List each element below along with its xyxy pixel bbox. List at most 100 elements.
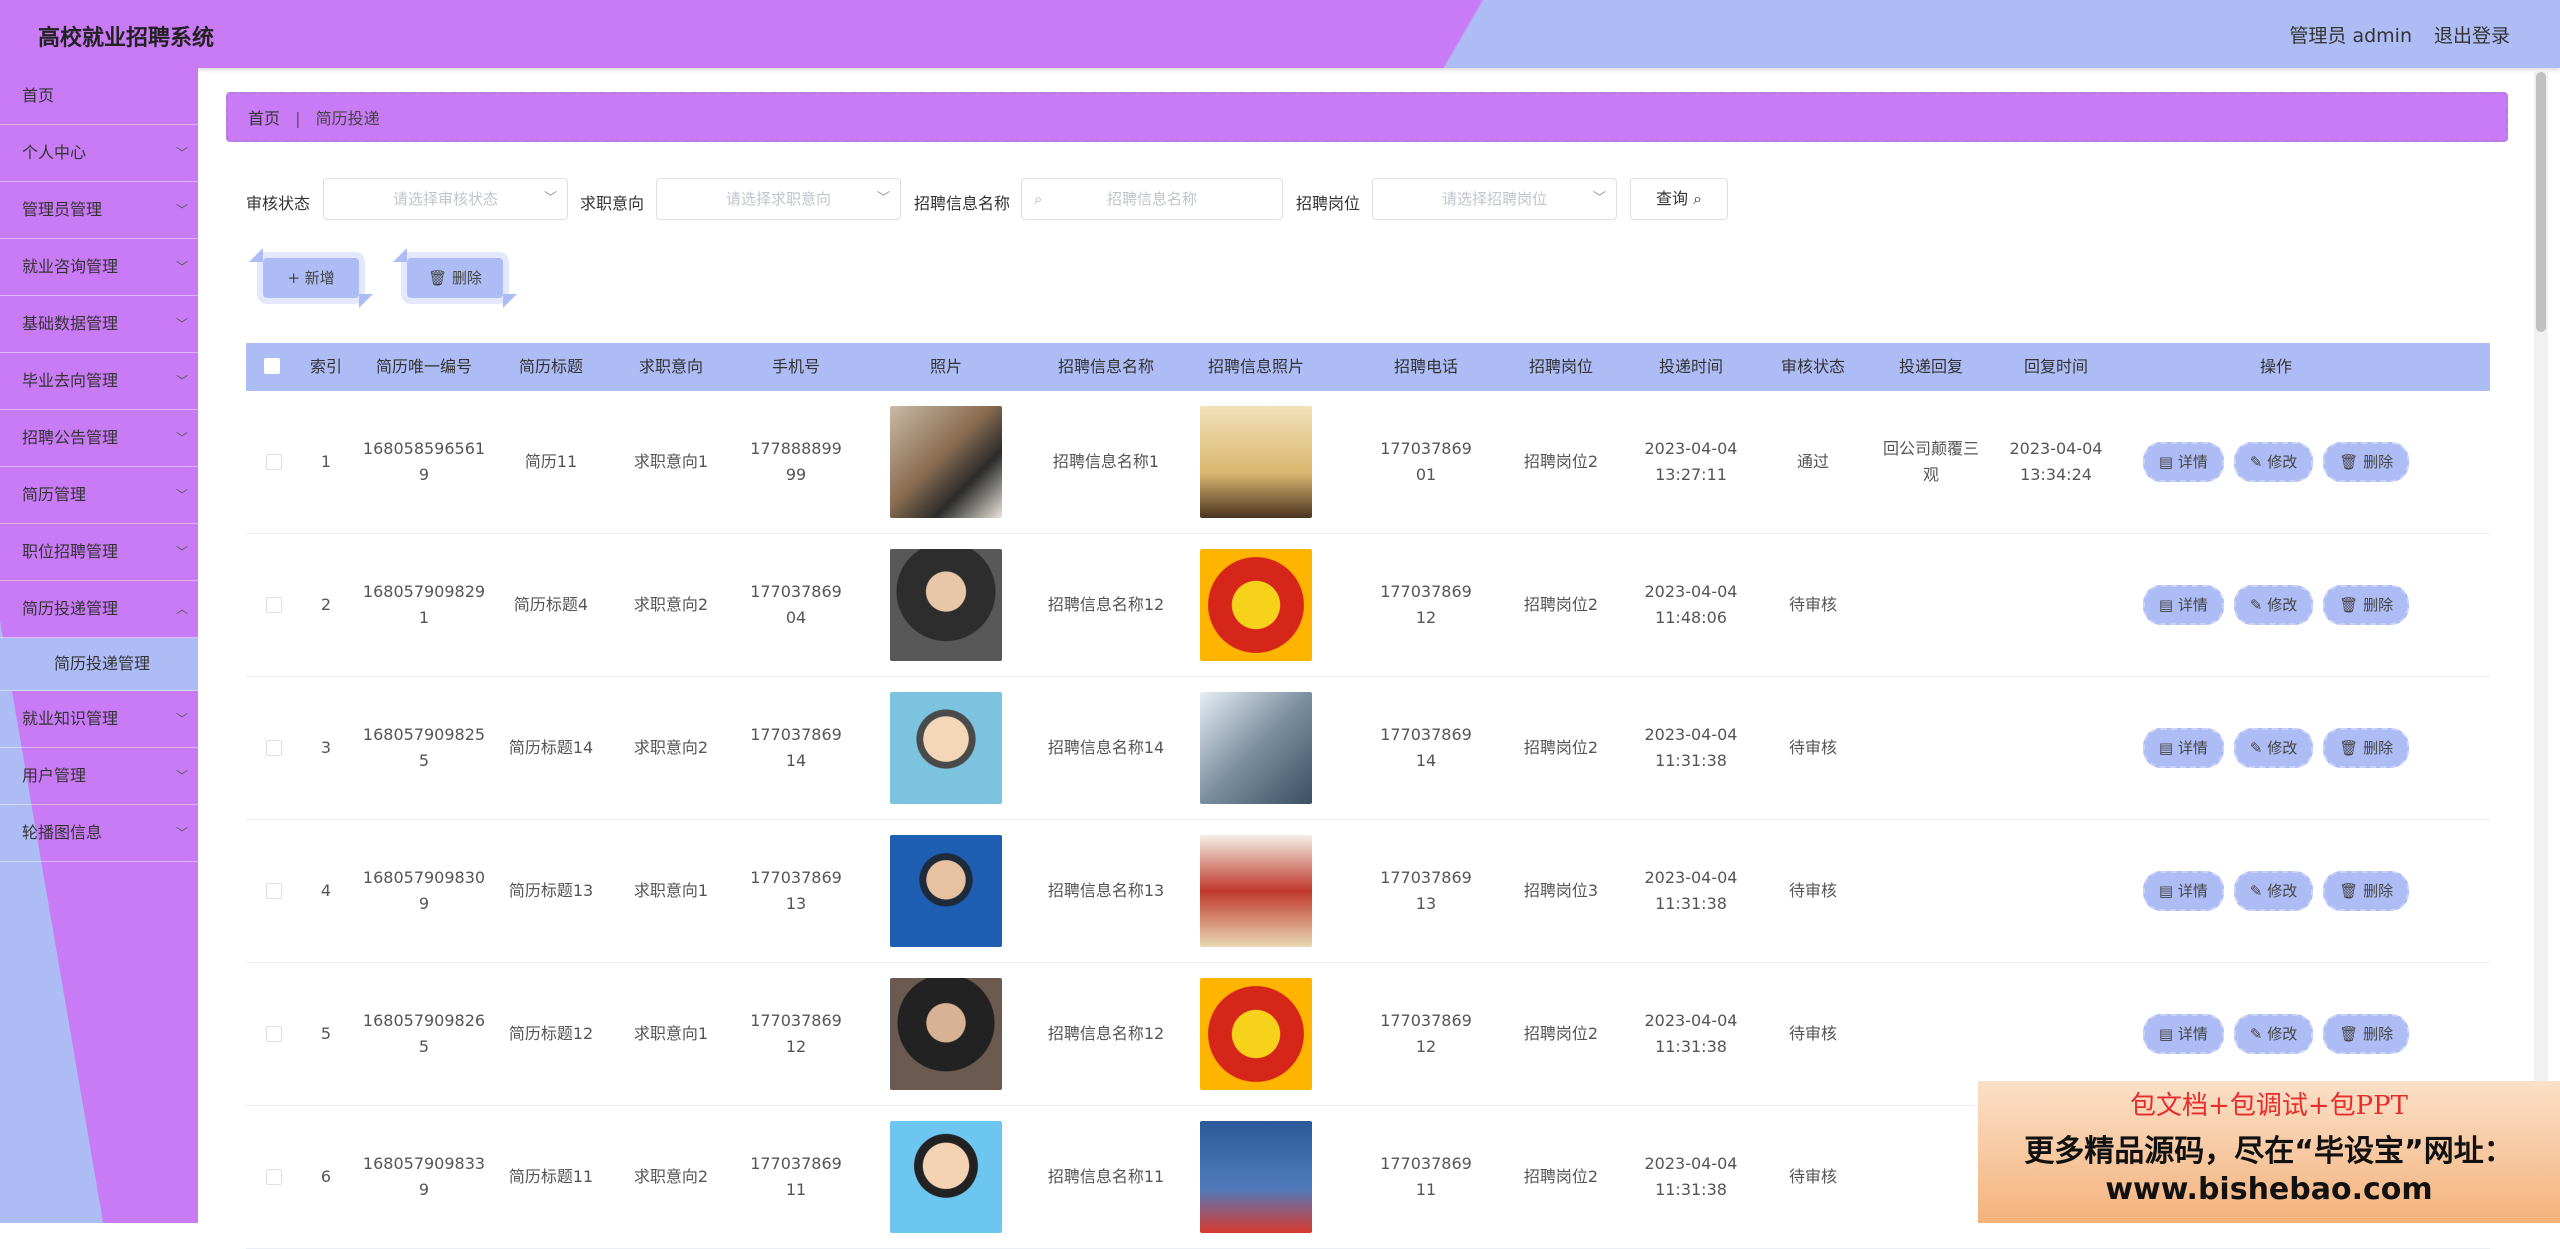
document-icon: ▤ [2158,882,2178,900]
chevron-down-icon: ﹀ [543,191,557,206]
sidebar-item-personal[interactable]: 个人中心 ﹀ [0,125,198,182]
delete-button-label: 删除 [451,269,482,287]
sidebar-item-destination[interactable]: 毕业去向管理 ﹀ [0,353,198,410]
document-icon: ▤ [2158,739,2178,757]
promo-line-2: 更多精品源码，尽在“毕设宝”网址： [2024,1134,2514,1169]
row-reply [1881,820,1981,962]
row-title: 简历标题14 [508,738,594,757]
post-select[interactable]: 请选择招聘岗位 ﹀ [1372,178,1617,220]
sidebar-item-admins[interactable]: 管理员管理 ﹀ [0,182,198,239]
edit-label: 修改 [2267,882,2298,900]
row-phone: 17703786914 [750,725,842,770]
intent-select[interactable]: 请选择求职意向 ﹀ [656,178,901,220]
row-title: 简历标题12 [508,1024,594,1043]
sidebar-subitem-delivery-manage[interactable]: 简历投递管理 [0,638,198,691]
post-select-placeholder: 请选择招聘岗位 [1441,190,1547,208]
promo-banner: 包文档+包调试+包PPT 更多精品源码，尽在“毕设宝”网址： www.bishe… [1978,1081,2560,1223]
row-status: 待审核 [1788,881,1837,900]
sidebar-item-jobs[interactable]: 职位招聘管理 ﹀ [0,524,198,581]
name-filter-label: 招聘信息名称 [914,194,1011,213]
detail-button[interactable]: ▤ 详情 [2142,442,2224,482]
chevron-down-icon: ﹀ [175,826,188,840]
batch-delete-button[interactable]: 🗑 删除 [393,248,517,308]
col-title: 简历标题 [518,357,583,376]
chevron-down-icon: ﹀ [175,545,188,559]
chevron-down-icon: ﹀ [175,203,188,217]
edit-button[interactable]: ✎ 修改 [2233,585,2314,625]
row-photo-cell [866,391,1026,533]
pencil-icon: ✎ [2249,453,2268,471]
scrollbar-thumb[interactable] [2536,72,2546,332]
row-recruit-tel: 17703786912 [1380,1011,1472,1056]
delete-button[interactable]: 🗑 删除 [2323,871,2410,911]
sidebar-item-users[interactable]: 用户管理 ﹀ [0,748,198,805]
row-checkbox[interactable] [264,677,284,819]
trash-icon: 🗑 [2339,739,2364,757]
detail-button[interactable]: ▤ 详情 [2142,1014,2224,1054]
edit-button[interactable]: ✎ 修改 [2233,442,2314,482]
status-select[interactable]: 请选择审核状态 ﹀ [323,178,568,220]
pencil-icon: ✎ [2249,1025,2268,1043]
sidebar-item-label: 就业咨询管理 [22,257,119,276]
sidebar-item-basedata[interactable]: 基础数据管理 ﹀ [0,296,198,353]
detail-button[interactable]: ▤ 详情 [2142,871,2224,911]
query-button-label: 查询 [1655,189,1688,208]
sidebar-item-knowledge[interactable]: 就业知识管理 ﹀ [0,691,198,748]
row-recruit-tel: 17703786911 [1380,1154,1472,1199]
delete-label: 删除 [2363,739,2394,757]
promo-line-1: 包文档+包调试+包PPT [2130,1091,2408,1121]
sidebar-item-carousel[interactable]: 轮播图信息 ﹀ [0,805,198,862]
row-reply [1881,677,1981,819]
delete-button[interactable]: 🗑 删除 [2323,585,2410,625]
vertical-scrollbar[interactable] [2534,70,2548,1223]
sidebar-item-delivery[interactable]: 简历投递管理 ︿ [0,581,198,638]
sidebar-item-label: 简历管理 [22,485,87,504]
row-checkbox[interactable] [264,534,284,676]
avatar [890,835,1002,947]
query-button[interactable]: 查询 ⌕ [1630,178,1728,220]
edit-button[interactable]: ✎ 修改 [2233,1014,2314,1054]
delete-button[interactable]: 🗑 删除 [2323,442,2410,482]
recruit-poster-image [1200,549,1312,661]
row-status: 通过 [1796,452,1829,471]
sidebar-item-consult[interactable]: 就业咨询管理 ﹀ [0,239,198,296]
col-index: 索引 [309,357,342,376]
detail-button[interactable]: ▤ 详情 [2142,585,2224,625]
row-status: 待审核 [1788,738,1837,757]
sidebar-item-notice[interactable]: 招聘公告管理 ﹀ [0,410,198,467]
row-title: 简历11 [524,452,578,471]
row-intent: 求职意向1 [633,452,709,471]
delete-button[interactable]: 🗑 删除 [2323,728,2410,768]
chevron-down-icon: ﹀ [175,374,188,388]
row-checkbox[interactable] [264,1106,284,1248]
logout-link[interactable]: 退出登录 [2434,21,2510,48]
recruit-poster-image [1200,835,1312,947]
row-recruit-tel: 17703786901 [1380,439,1472,484]
chevron-down-icon: ﹀ [876,191,890,206]
delete-button[interactable]: 🗑 删除 [2323,1014,2410,1054]
row-checkbox[interactable] [264,391,284,533]
pencil-icon: ✎ [2249,596,2268,614]
delete-label: 删除 [2363,1025,2394,1043]
col-reply: 投递回复 [1898,357,1963,376]
edit-button[interactable]: ✎ 修改 [2233,871,2314,911]
detail-button[interactable]: ▤ 详情 [2142,728,2224,768]
breadcrumb-home[interactable]: 首页 [248,109,280,128]
name-search-input[interactable]: ⌕ 招聘信息名称 [1021,178,1283,220]
row-time: 2023-04-04 11:31:38 [1644,725,1738,770]
row-checkbox[interactable] [264,820,284,962]
sidebar-item-label: 职位招聘管理 [22,542,119,561]
row-checkbox[interactable] [264,963,284,1105]
sidebar-item-resume[interactable]: 简历管理 ﹀ [0,467,198,524]
add-button[interactable]: + 新增 [249,248,373,308]
row-post: 招聘岗位2 [1523,595,1599,614]
trash-icon: 🗑 [2339,1025,2364,1043]
edit-button[interactable]: ✎ 修改 [2233,728,2314,768]
row-reply-time: 2023-04-04 13:34:24 [2009,439,2103,484]
sidebar-item-label: 首页 [22,86,55,105]
recruit-poster-image [1200,406,1312,518]
row-recruit-photo-cell [1186,534,1326,676]
select-all-checkbox[interactable] [264,358,284,374]
table-row: 1 1680585965619 简历11 求职意向1 17788889999 招聘信息名称… [246,391,2490,534]
sidebar-item-home[interactable]: 首页 [0,68,198,125]
